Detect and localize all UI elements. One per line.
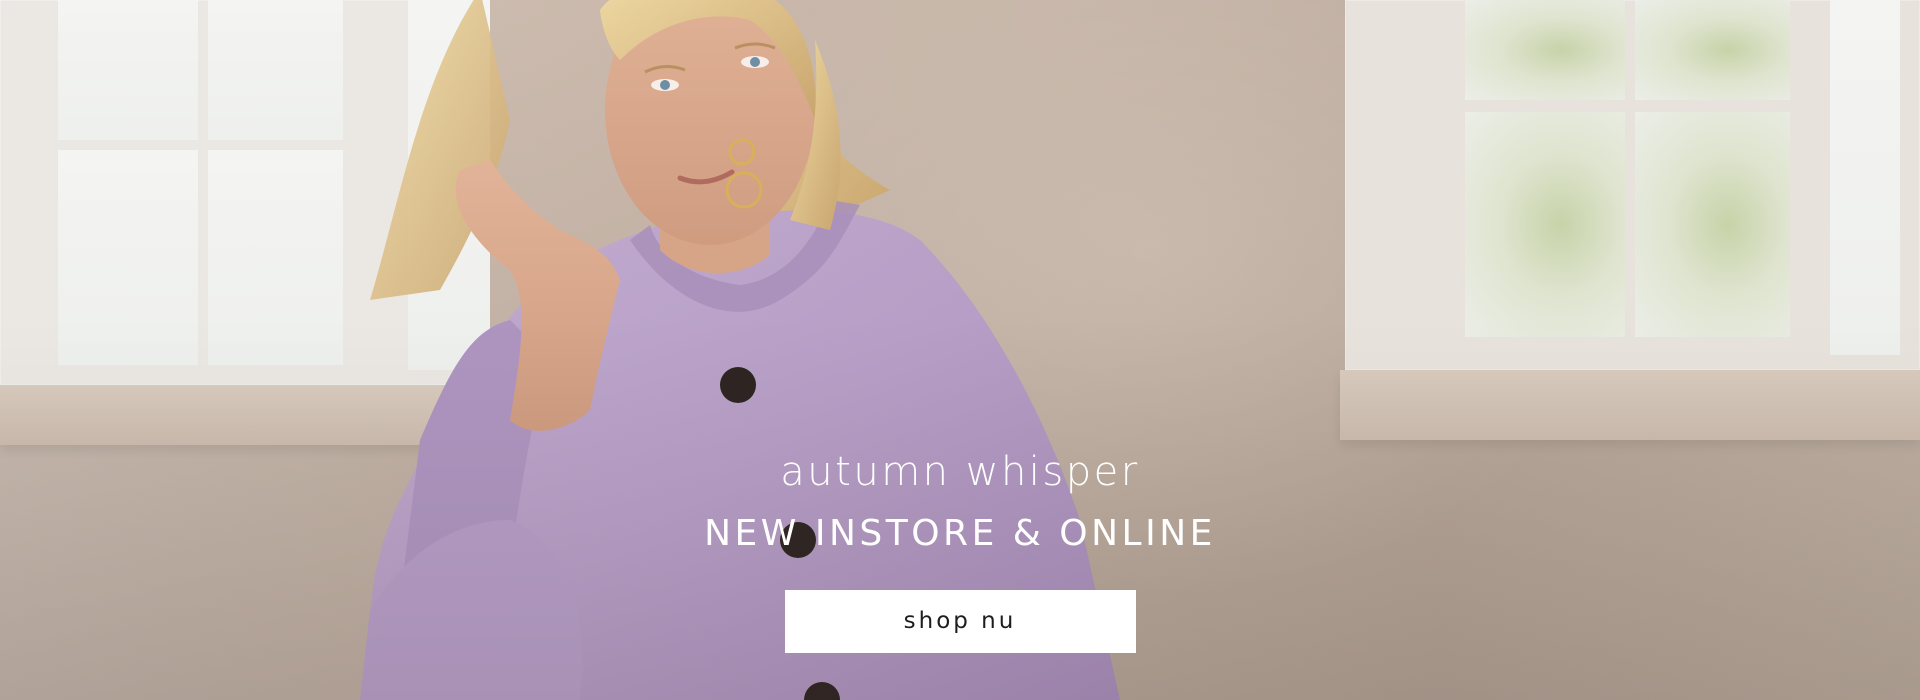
shop-now-button[interactable]: shop nu — [784, 590, 1136, 653]
hero-subtitle: autumn whisper — [780, 449, 1140, 495]
hero-headline: NEW INSTORE & ONLINE — [704, 513, 1216, 554]
hero-banner[interactable]: autumn whisper NEW INSTORE & ONLINE shop… — [0, 0, 1920, 700]
hero-copy: autumn whisper NEW INSTORE & ONLINE shop… — [0, 444, 1920, 653]
window-sill-right — [1340, 370, 1920, 440]
window-right — [1345, 0, 1920, 370]
